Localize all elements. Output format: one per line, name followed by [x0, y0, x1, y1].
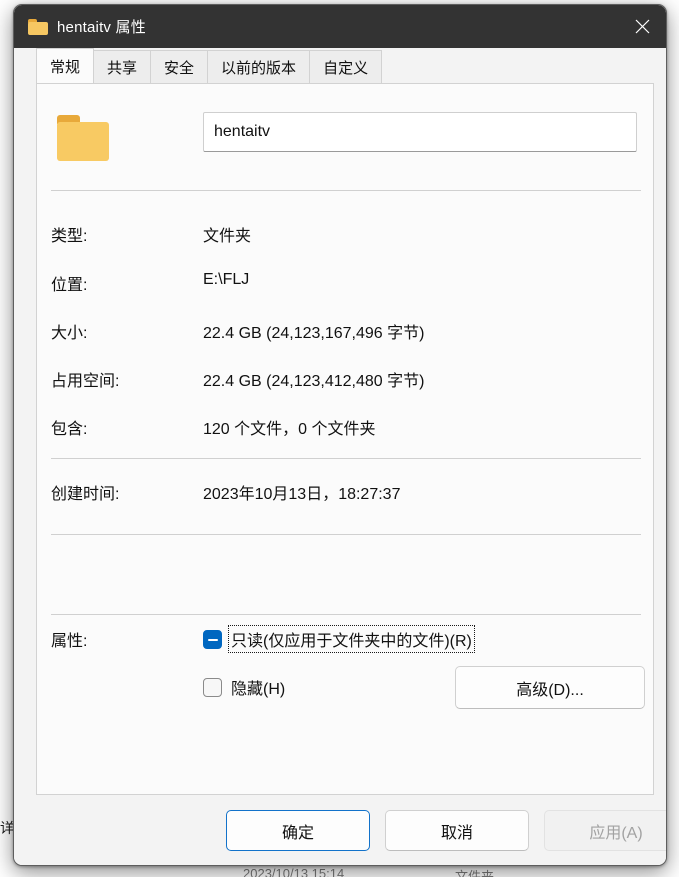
label-contains: 包含:: [51, 421, 88, 438]
title-bar: hentaitv 属性: [14, 5, 666, 48]
properties-dialog: hentaitv 属性 常规 共享 安全 以前的版本 自定义 hentaitv …: [13, 4, 667, 866]
close-button[interactable]: [619, 5, 666, 48]
tab-security[interactable]: 安全: [150, 50, 209, 83]
label-size-on-disk: 占用空间:: [51, 373, 120, 390]
tab-general[interactable]: 常规: [36, 48, 95, 83]
divider-4: [51, 614, 641, 615]
folder-icon-large: [57, 115, 112, 161]
label-location: 位置:: [51, 277, 88, 294]
value-size: 22.4 GB (24,123,167,496 字节): [203, 325, 425, 342]
label-attributes: 属性:: [51, 633, 88, 650]
checkbox-readonly-label: 只读(仅应用于文件夹中的文件)(R): [228, 625, 475, 653]
background-date-cell: 2023/10/13 15:14: [243, 866, 345, 877]
background-clipped-text: 详: [0, 820, 14, 836]
background-type-cell: 文件夹: [455, 869, 495, 877]
value-contains: 120 个文件，0 个文件夹: [203, 421, 376, 438]
close-icon: [635, 19, 650, 34]
value-created: 2023年10月13日，18:27:37: [203, 486, 401, 503]
checkbox-hidden-label: 隐藏(H): [231, 681, 286, 698]
label-type: 类型:: [51, 228, 88, 245]
window-title: hentaitv 属性: [57, 19, 146, 36]
divider-3: [51, 534, 641, 535]
checkbox-hidden[interactable]: [203, 677, 222, 697]
label-size: 大小:: [51, 325, 88, 342]
value-type: 文件夹: [203, 228, 252, 245]
tab-sharing[interactable]: 共享: [93, 50, 152, 83]
row-size-on-disk: 占用空间: 22.4 GB (24,123,412,480 字节): [51, 367, 641, 391]
ok-button[interactable]: 确定: [226, 810, 370, 851]
folder-icon: [28, 18, 48, 35]
row-type: 类型: 文件夹: [51, 222, 641, 246]
divider-1: [51, 190, 641, 191]
checkbox-readonly[interactable]: [203, 629, 222, 649]
title-bar-left: hentaitv 属性: [28, 5, 146, 48]
checkbox-hidden-row[interactable]: 隐藏(H): [203, 676, 287, 698]
row-contains: 包含: 120 个文件，0 个文件夹: [51, 415, 641, 439]
value-size-on-disk: 22.4 GB (24,123,412,480 字节): [203, 373, 425, 390]
apply-button: 应用(A): [544, 810, 666, 851]
cancel-button[interactable]: 取消: [385, 810, 529, 851]
row-size: 大小: 22.4 GB (24,123,167,496 字节): [51, 319, 641, 343]
folder-name-input[interactable]: [203, 112, 637, 152]
tab-previous-versions[interactable]: 以前的版本: [207, 50, 311, 83]
tab-customize[interactable]: 自定义: [309, 50, 383, 83]
folder-name-row: [51, 106, 641, 170]
label-created: 创建时间:: [51, 486, 120, 503]
screen: 详 2023/10/13 15:14 文件夹 hentaitv 属性 常规 共享…: [0, 0, 679, 877]
advanced-button[interactable]: 高级(D)...: [455, 666, 645, 709]
dialog-footer: 确定 取消 应用(A): [14, 795, 666, 865]
row-created: 创建时间: 2023年10月13日，18:27:37: [51, 480, 641, 504]
tab-strip: 常规 共享 安全 以前的版本 自定义: [14, 48, 666, 83]
divider-2: [51, 458, 641, 459]
row-location: 位置: E:\FLJ: [51, 271, 641, 295]
general-tab-panel: 类型: 文件夹 位置: E:\FLJ 大小: 22.4 GB (24,123,1…: [36, 83, 654, 795]
value-location: E:\FLJ: [203, 271, 250, 288]
checkbox-readonly-row[interactable]: 只读(仅应用于文件夹中的文件)(R): [203, 625, 475, 653]
